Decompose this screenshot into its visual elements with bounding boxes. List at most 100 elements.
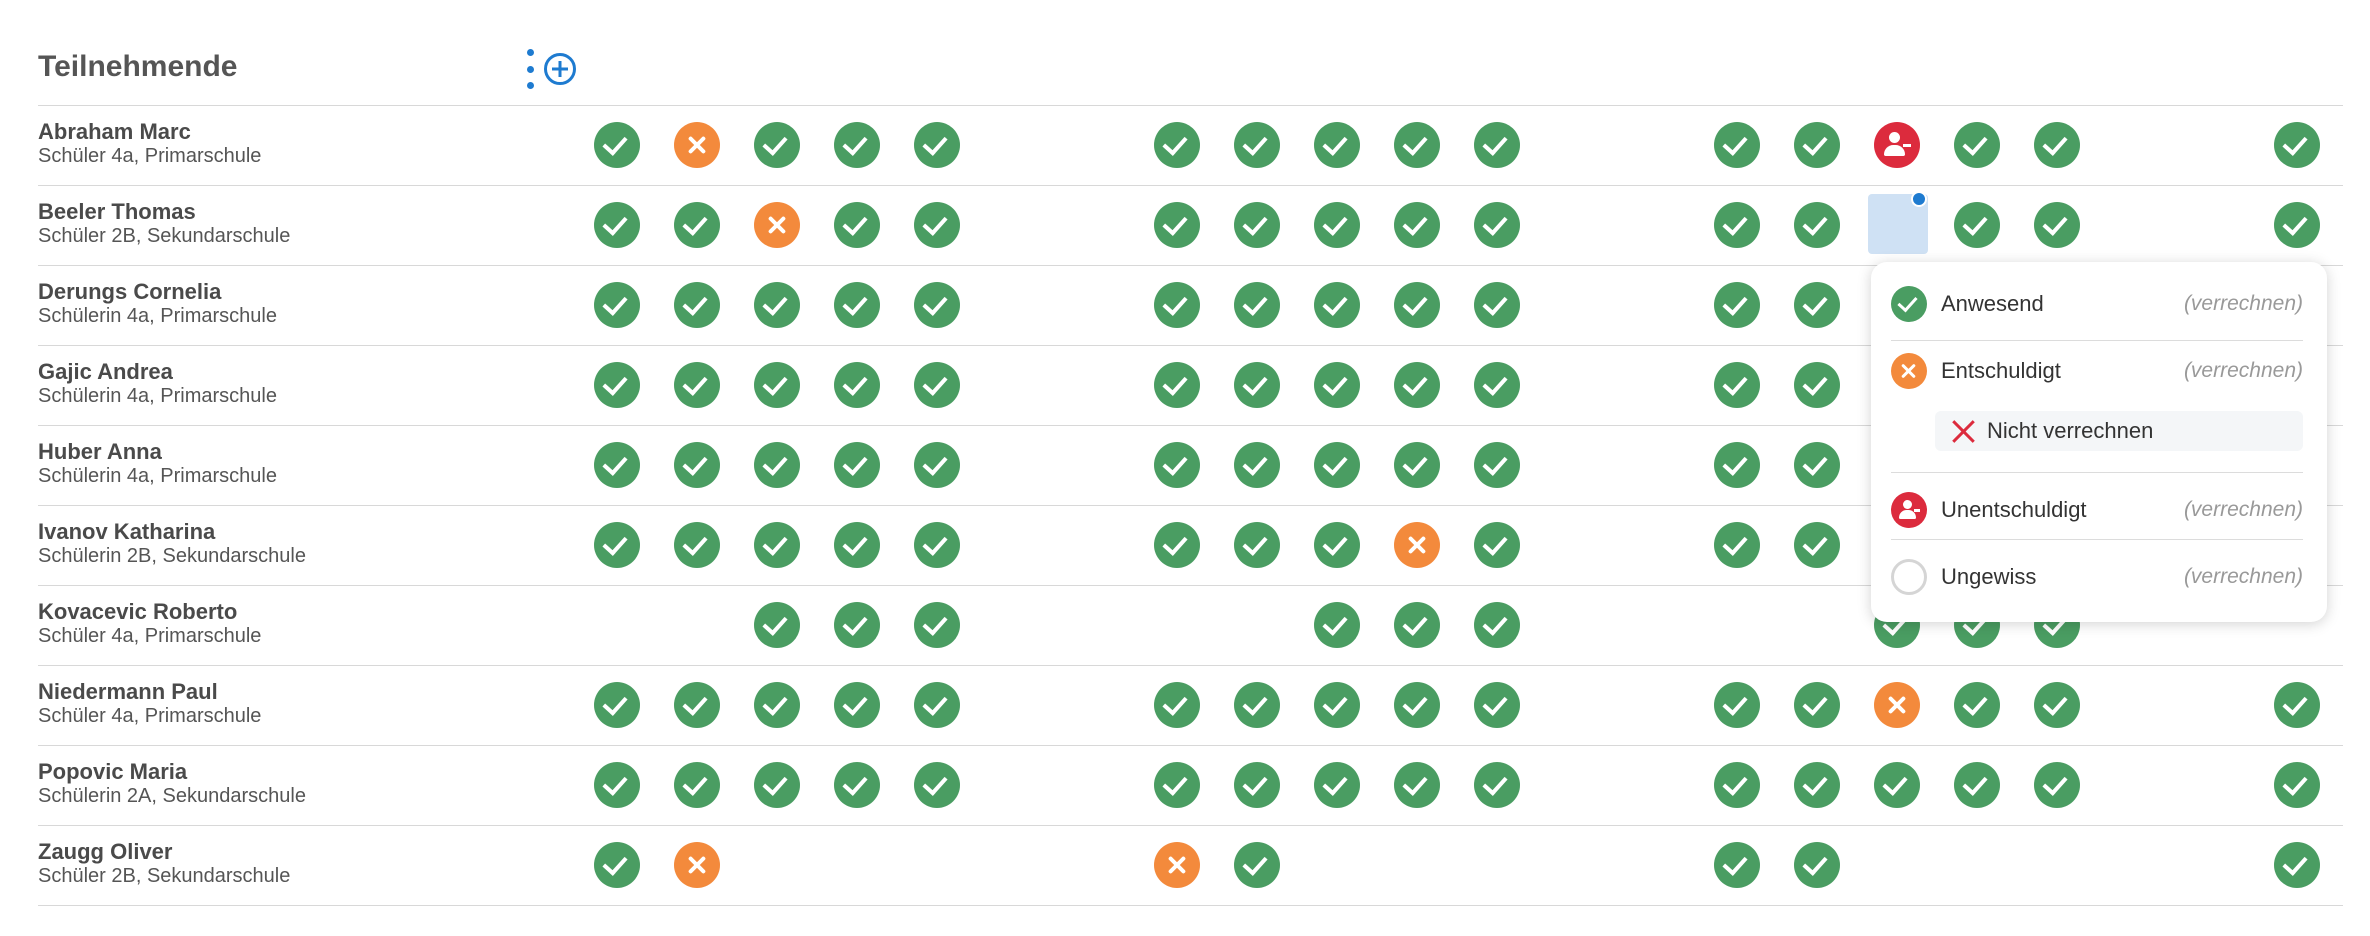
- check-circle-icon[interactable]: [674, 762, 720, 808]
- check-circle-icon[interactable]: [1394, 282, 1440, 328]
- check-circle-icon[interactable]: [1714, 362, 1760, 408]
- check-circle-icon[interactable]: [594, 442, 640, 488]
- check-circle-icon[interactable]: [674, 282, 720, 328]
- check-circle-icon[interactable]: [834, 282, 880, 328]
- option-unentschuldigt[interactable]: Unentschuldigt (verrechnen): [1891, 480, 2303, 540]
- check-circle-icon[interactable]: [1794, 362, 1840, 408]
- option-anwesend[interactable]: Anwesend (verrechnen): [1891, 274, 2303, 334]
- check-circle-icon[interactable]: [1314, 682, 1360, 728]
- check-circle-icon[interactable]: [1154, 282, 1200, 328]
- check-circle-icon[interactable]: [754, 122, 800, 168]
- excused-icon[interactable]: [1154, 842, 1200, 888]
- check-circle-icon[interactable]: [914, 122, 960, 168]
- check-circle-icon[interactable]: [1794, 442, 1840, 488]
- check-circle-icon[interactable]: [1474, 122, 1520, 168]
- check-circle-icon[interactable]: [2274, 202, 2320, 248]
- check-circle-icon[interactable]: [754, 522, 800, 568]
- check-circle-icon[interactable]: [1794, 522, 1840, 568]
- check-circle-icon[interactable]: [834, 602, 880, 648]
- more-vertical-icon[interactable]: [526, 49, 534, 89]
- check-circle-icon[interactable]: [1474, 442, 1520, 488]
- check-circle-icon[interactable]: [1154, 522, 1200, 568]
- check-circle-icon[interactable]: [1474, 202, 1520, 248]
- check-circle-icon[interactable]: [834, 362, 880, 408]
- check-circle-icon[interactable]: [914, 762, 960, 808]
- check-circle-icon[interactable]: [1394, 122, 1440, 168]
- check-circle-icon[interactable]: [914, 442, 960, 488]
- check-circle-icon[interactable]: [1714, 762, 1760, 808]
- excused-icon[interactable]: [1394, 522, 1440, 568]
- check-circle-icon[interactable]: [1474, 602, 1520, 648]
- check-circle-icon[interactable]: [914, 202, 960, 248]
- check-circle-icon[interactable]: [2274, 762, 2320, 808]
- check-circle-icon[interactable]: [754, 362, 800, 408]
- check-circle-icon[interactable]: [1874, 762, 1920, 808]
- check-circle-icon[interactable]: [674, 442, 720, 488]
- check-circle-icon[interactable]: [914, 282, 960, 328]
- check-circle-icon[interactable]: [2034, 202, 2080, 248]
- check-circle-icon[interactable]: [594, 842, 640, 888]
- check-circle-icon[interactable]: [1234, 202, 1280, 248]
- check-circle-icon[interactable]: [1714, 682, 1760, 728]
- check-circle-icon[interactable]: [594, 522, 640, 568]
- check-circle-icon[interactable]: [2034, 122, 2080, 168]
- check-circle-icon[interactable]: [754, 602, 800, 648]
- check-circle-icon[interactable]: [1314, 362, 1360, 408]
- check-circle-icon[interactable]: [1314, 522, 1360, 568]
- check-circle-icon[interactable]: [1154, 202, 1200, 248]
- check-circle-icon[interactable]: [754, 442, 800, 488]
- check-circle-icon[interactable]: [754, 682, 800, 728]
- excused-icon[interactable]: [674, 122, 720, 168]
- excused-icon[interactable]: [754, 202, 800, 248]
- check-circle-icon[interactable]: [1474, 362, 1520, 408]
- check-circle-icon[interactable]: [674, 522, 720, 568]
- check-circle-icon[interactable]: [834, 442, 880, 488]
- check-circle-icon[interactable]: [1714, 842, 1760, 888]
- check-circle-icon[interactable]: [594, 122, 640, 168]
- check-circle-icon[interactable]: [1954, 202, 2000, 248]
- check-circle-icon[interactable]: [674, 362, 720, 408]
- check-circle-icon[interactable]: [834, 522, 880, 568]
- check-circle-icon[interactable]: [1314, 122, 1360, 168]
- check-circle-icon[interactable]: [1314, 602, 1360, 648]
- check-circle-icon[interactable]: [1474, 282, 1520, 328]
- check-circle-icon[interactable]: [1234, 842, 1280, 888]
- check-circle-icon[interactable]: [1474, 682, 1520, 728]
- excused-icon[interactable]: [674, 842, 720, 888]
- check-circle-icon[interactable]: [1154, 682, 1200, 728]
- check-circle-icon[interactable]: [754, 282, 800, 328]
- check-circle-icon[interactable]: [914, 602, 960, 648]
- check-circle-icon[interactable]: [1714, 442, 1760, 488]
- check-circle-icon[interactable]: [1154, 442, 1200, 488]
- check-circle-icon[interactable]: [1394, 362, 1440, 408]
- check-circle-icon[interactable]: [1714, 202, 1760, 248]
- check-circle-icon[interactable]: [1154, 362, 1200, 408]
- check-circle-icon[interactable]: [2034, 762, 2080, 808]
- check-circle-icon[interactable]: [834, 122, 880, 168]
- check-circle-icon[interactable]: [594, 202, 640, 248]
- option-entschuldigt[interactable]: Entschuldigt (verrechnen): [1891, 341, 2303, 401]
- check-circle-icon[interactable]: [1794, 122, 1840, 168]
- check-circle-icon[interactable]: [674, 202, 720, 248]
- check-circle-icon[interactable]: [594, 362, 640, 408]
- check-circle-icon[interactable]: [1954, 122, 2000, 168]
- option-ungewiss[interactable]: Ungewiss (verrechnen): [1891, 547, 2303, 607]
- check-circle-icon[interactable]: [1474, 522, 1520, 568]
- user-minus-icon[interactable]: [1874, 122, 1920, 168]
- check-circle-icon[interactable]: [674, 682, 720, 728]
- check-circle-icon[interactable]: [2274, 682, 2320, 728]
- excused-icon[interactable]: [1874, 682, 1920, 728]
- check-circle-icon[interactable]: [1314, 282, 1360, 328]
- check-circle-icon[interactable]: [1474, 762, 1520, 808]
- check-circle-icon[interactable]: [1394, 762, 1440, 808]
- check-circle-icon[interactable]: [1234, 682, 1280, 728]
- check-circle-icon[interactable]: [1954, 762, 2000, 808]
- check-circle-icon[interactable]: [1794, 282, 1840, 328]
- check-circle-icon[interactable]: [2034, 682, 2080, 728]
- check-circle-icon[interactable]: [1394, 682, 1440, 728]
- check-circle-icon[interactable]: [1234, 122, 1280, 168]
- check-circle-icon[interactable]: [1154, 762, 1200, 808]
- check-circle-icon[interactable]: [1794, 682, 1840, 728]
- check-circle-icon[interactable]: [594, 682, 640, 728]
- check-circle-icon[interactable]: [1714, 122, 1760, 168]
